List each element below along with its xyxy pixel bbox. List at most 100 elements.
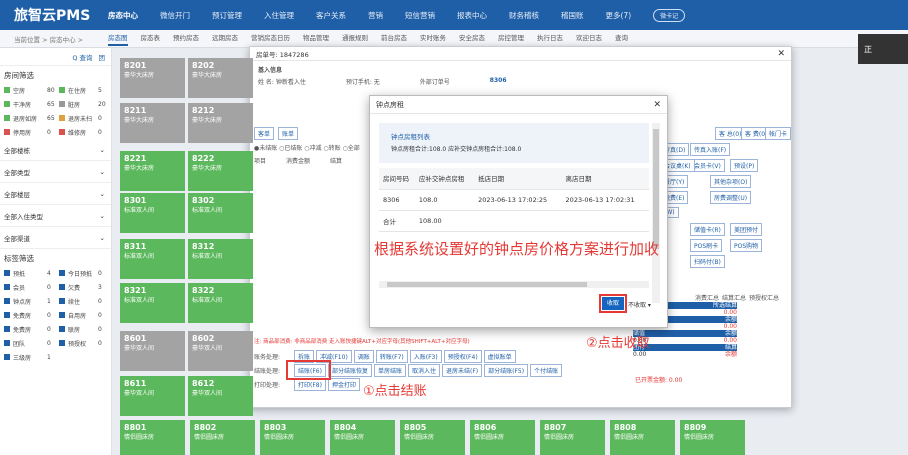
filter-row[interactable]: 三级房 1 [0,350,111,364]
room-card[interactable]: 8801 情侣圆床房 [120,420,185,455]
nav-item-3[interactable]: 入住管理 [264,10,294,21]
quick-entry-button[interactable]: 扫码付(B) [690,255,725,268]
room-card[interactable]: 8802 情侣圆床房 [190,420,255,455]
dialog-close-icon[interactable]: ✕ [653,100,661,110]
tab-2[interactable]: 预约房态 [173,32,199,46]
tab-7[interactable]: 前台房态 [381,32,407,46]
room-card[interactable]: 8201 豪华大床房 [120,58,185,98]
room-card[interactable]: 8322 标准双人间 [188,283,253,323]
nav-item-4[interactable]: 客户关系 [316,10,346,21]
filter-row[interactable]: 干净房 65 脏房 20 [0,97,111,111]
quick-entry-button[interactable]: 传真入账(F) [690,143,731,156]
tab-9[interactable]: 安全房态 [459,32,485,46]
summary-tab[interactable]: 预授权汇总 [749,293,779,302]
room-card[interactable]: 8809 情侣圆床房 [680,420,745,455]
filter-row[interactable]: 免费房 0 自用房 0 [0,308,111,322]
account-op-button-6[interactable]: 虚拟账单 [483,350,516,363]
room-card[interactable]: 8602 豪华双人间 [188,331,253,371]
quick-entry-button[interactable]: 其他杂项(O) [710,175,752,188]
tab-account-bill[interactable]: 账单 [278,127,299,140]
nav-item-1[interactable]: 微信开门 [160,10,190,21]
nav-pill[interactable]: 微卡记 [653,8,686,22]
room-card[interactable]: 8612 豪华双人间 [188,376,253,416]
print-op-button-1[interactable]: 押金打印 [327,378,360,391]
room-card[interactable]: 8222 豪华大床房 [188,151,253,191]
filter-row[interactable]: 停用房 0 维修房 0 [0,125,111,139]
settle-op-button-6[interactable]: 个付结账 [530,364,563,377]
filter-row[interactable]: 退房如房 65 退房未扫 0 [0,111,111,125]
quick-entry-button[interactable]: POS购物 [730,239,763,252]
tab-11[interactable]: 执行日志 [537,32,563,46]
nav-item-2[interactable]: 预订管理 [212,10,242,21]
quick-entry-button[interactable]: 美团预付 [730,223,763,236]
tab-5[interactable]: 物品管理 [303,32,329,46]
tab-0[interactable]: 房态图 [108,32,128,46]
room-card[interactable]: 8212 豪华大床房 [188,103,253,143]
filter-row[interactable]: 空房 80 在住房 5 [0,83,111,97]
quick-entry-button[interactable]: 房费调整(U) [710,191,752,204]
tab-8[interactable]: 实时账务 [420,32,446,46]
filter-select[interactable]: 全部渠道 ⌄ [0,227,111,249]
no-collect-button[interactable]: 不收取 ▾ [628,300,651,309]
filter-select[interactable]: 全部类型 ⌄ [0,161,111,183]
filter-row[interactable]: 团队 0 预授权 0 [0,336,111,350]
account-op-button-5[interactable]: 预授权(F4) [443,350,482,363]
tab-13[interactable]: 查询 [615,32,628,46]
room-card[interactable]: 8301 标准双人间 [120,193,185,233]
room-card[interactable]: 8807 情侣圆床房 [540,420,605,455]
filter-row[interactable]: 预抵 4 今日预抵 0 [0,266,111,280]
room-card[interactable]: 8221 豪华大床房 [120,151,185,191]
room-card[interactable]: 8601 豪华双人间 [120,331,185,371]
tab-3[interactable]: 远期房态 [212,32,238,46]
room-card[interactable]: 8803 情侣圆床房 [260,420,325,455]
bill-filter-radios[interactable]: ●未结账 ○已结账 ○冲减 ○转账 ○全部 [254,143,360,152]
room-card[interactable]: 8804 情侣圆床房 [330,420,395,455]
room-card[interactable]: 8808 情侣圆床房 [610,420,675,455]
close-icon[interactable]: ✕ [777,49,785,59]
summary-tab[interactable]: 消费汇总 [695,293,719,302]
account-op-button-3[interactable]: 转账(F7) [375,350,408,363]
tab-guest-bill[interactable]: 客单 [254,127,275,140]
room-card[interactable]: 8312 标准双人间 [188,239,253,279]
settle-op-button-5[interactable]: 部分结账(F5) [484,364,529,377]
filter-select[interactable]: 全部入住类型 ⌄ [0,205,111,227]
summary-tab[interactable]: 结算汇总 [722,293,746,302]
settle-op-button-1[interactable]: 部分结账恢复 [327,364,372,377]
room-card[interactable]: 8202 豪华大床房 [188,58,253,98]
quick-entry-button[interactable]: 储值卡(R) [690,223,725,236]
account-op-button-4[interactable]: 入账(F3) [409,350,442,363]
tab-6[interactable]: 通报规则 [342,32,368,46]
quick-entry-button[interactable]: 会员卡(V) [690,159,725,172]
tab-1[interactable]: 房态表 [141,32,161,46]
collect-button[interactable]: 收取 [599,294,627,313]
vertical-scrollbar[interactable] [652,123,660,303]
room-card[interactable]: 8805 情侣圆床房 [400,420,465,455]
room-card[interactable]: 8211 豪华大床房 [120,103,185,143]
nav-item-6[interactable]: 短信营销 [405,10,435,21]
room-card[interactable]: 8302 标准双人间 [188,193,253,233]
quick-entry-button[interactable]: POS刷卡 [690,239,723,252]
nav-item-8[interactable]: 财务稽核 [509,10,539,21]
room-card[interactable]: 8806 情侣圆床房 [470,420,535,455]
tab-12[interactable]: 欢迎日志 [576,32,602,46]
quick-entry-button[interactable]: 预设(P) [730,159,759,172]
settle-op-button-4[interactable]: 退房未结(F) [442,364,483,377]
tab-10[interactable]: 房控管理 [498,32,524,46]
horizontal-scrollbar[interactable] [379,281,649,288]
nav-item-10[interactable]: 更多(7) [606,10,632,21]
filter-row[interactable]: 免费房 0 联房 0 [0,322,111,336]
settle-op-button-2[interactable]: 单房结账 [373,364,406,377]
sidebar-search-button[interactable]: Q 查询 团 [0,48,111,66]
filter-row[interactable]: 会员 0 欠费 3 [0,280,111,294]
tab-4[interactable]: 营销房态日历 [251,32,290,46]
filter-row[interactable]: 钟点房 1 续住 0 [0,294,111,308]
room-card[interactable]: 8611 豪华双人间 [120,376,185,416]
quick-entry-button[interactable]: 帐门卡 [765,127,792,140]
filter-select[interactable]: 全部楼栋 ⌄ [0,139,111,161]
nav-item-0[interactable]: 房态中心 [108,10,138,21]
room-card[interactable]: 8311 标准双人间 [120,239,185,279]
nav-item-5[interactable]: 营销 [368,10,383,21]
account-op-button-2[interactable]: 调账 [353,350,374,363]
room-card[interactable]: 8321 标准双人间 [120,283,185,323]
filter-select[interactable]: 全部楼层 ⌄ [0,183,111,205]
